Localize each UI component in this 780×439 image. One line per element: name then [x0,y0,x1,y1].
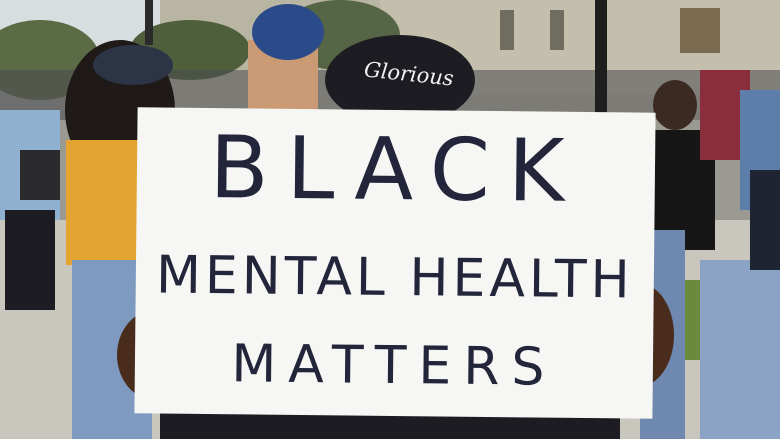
sign-line-2: MENTAL HEALTH [155,245,634,311]
sign-line-1: BLACK [209,118,583,222]
protest-photo: Glorious BLACK MENTAL HEALTH MATTERS [0,0,780,439]
protest-sign: BLACK MENTAL HEALTH MATTERS [134,107,656,419]
sign-line-3: MATTERS [231,334,557,398]
